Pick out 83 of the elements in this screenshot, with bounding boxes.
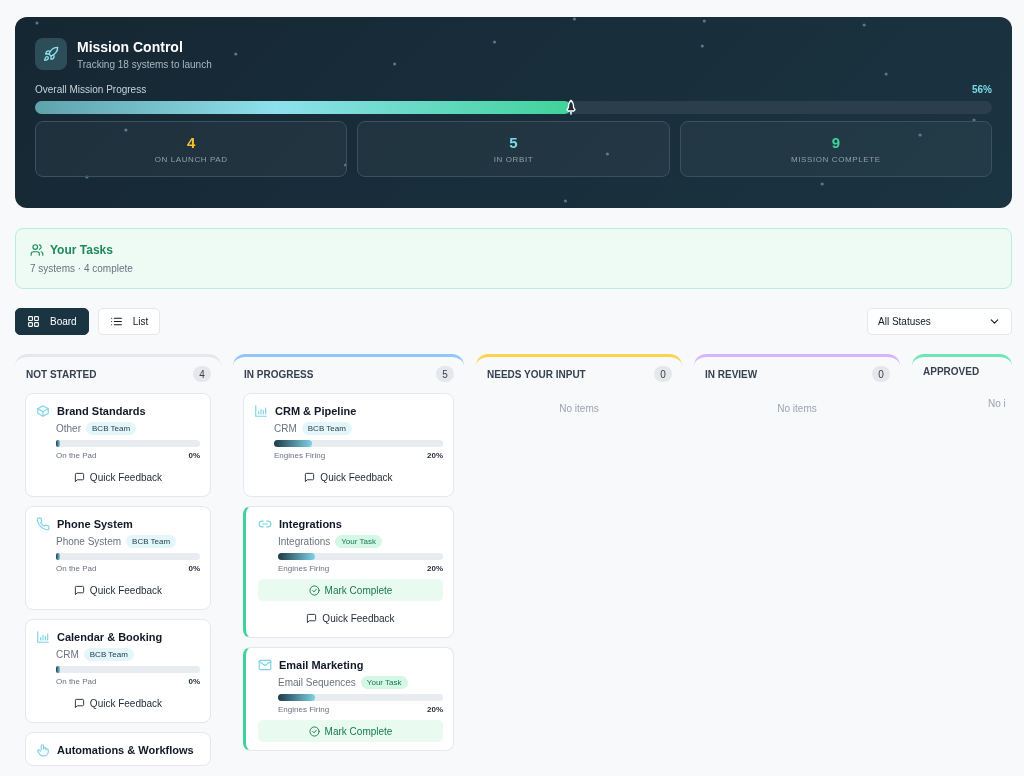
empty-message: No i [987,398,1007,409]
stage-label: Engines Firing [278,705,330,714]
column-title: NEEDS YOUR INPUT [487,368,586,380]
progress-percent: 0% [188,564,200,573]
link-icon [258,517,272,531]
empty-message: No items [558,403,600,414]
speech-bubble-icon [73,584,85,596]
people-icon [30,243,44,257]
view-toggle-button[interactable]: List [97,308,161,335]
progress-percent: 0% [188,677,200,686]
column-title: IN REVIEW [705,368,758,380]
quick-feedback-button[interactable]: Quick Feedback [36,466,200,488]
stat-value: 4 [187,134,196,151]
cube-icon [36,404,50,418]
speech-bubble-icon [304,471,316,483]
count-badge: 5 [436,366,454,382]
tag: BCB Team [301,422,352,435]
progress-percent: 20% [427,564,443,573]
list-icon [109,315,123,328]
section-title: Your Tasks [50,243,113,257]
progress-percent: 20% [427,705,443,714]
bar-chart-icon [254,404,268,418]
bar-chart-icon [36,630,50,644]
speech-bubble-icon [73,697,85,709]
hand-icon [36,743,50,757]
tag: BCB Team [83,648,134,661]
mark-complete-button[interactable]: Mark Complete [258,579,443,601]
category-label: Email Sequences [278,677,356,688]
status-dropdown[interactable]: All Statuses [867,308,1012,335]
phone-icon [36,517,50,531]
stage-label: Engines Firing [278,564,330,573]
stage-label: On the Pad [56,451,97,460]
grid-icon [27,315,40,328]
category-label: Phone System [56,536,122,547]
quick-feedback-button[interactable]: Quick Feedback [254,466,443,488]
column-title: IN PROGRESS [244,368,314,380]
count-badge: 4 [193,366,211,382]
progress-label: Overall Mission Progress [35,84,147,95]
tag: Your Task [360,676,408,689]
mail-icon [258,658,272,672]
tag: Your Task [335,535,382,548]
card-title: Phone System [57,518,133,530]
section-summary: 7 systems · 4 complete [30,263,134,274]
stage-label: On the Pad [56,677,97,686]
count-badge: 0 [872,366,890,382]
stat-label: ON LAUNCH PAD [154,155,228,164]
progress-percent: 20% [427,451,443,460]
view-toggle-button[interactable]: Board [15,308,89,335]
category-label: CRM [56,649,79,660]
column-title: APPROVED [923,366,980,377]
stage-label: On the Pad [56,564,97,573]
speech-bubble-icon [73,471,85,483]
app-title: Mission Control [77,38,184,55]
progress-percent: 0% [188,451,200,460]
stat-value: 5 [509,134,518,151]
stat-label: MISSION COMPLETE [791,155,881,164]
check-circle-icon [308,725,320,737]
empty-message: No items [776,403,818,414]
rocket-icon [43,46,59,62]
mark-complete-button[interactable]: Mark Complete [258,720,443,742]
app-subtitle: Tracking 18 systems to launch [77,58,212,70]
card-title: Automations & Workflows [57,744,194,756]
tag: BCB Team [126,535,177,548]
stat-label: IN ORBIT [493,155,534,164]
tag: BCB Team [86,422,137,435]
quick-feedback-button[interactable]: Quick Feedback [258,607,443,629]
card-title: Email Marketing [279,659,364,671]
category-label: CRM [274,423,297,434]
category-label: Integrations [278,536,331,547]
category-label: Other [56,423,81,434]
count-badge: 0 [654,366,672,382]
check-circle-icon [308,584,320,596]
stat-value: 9 [831,134,840,151]
speech-bubble-icon [306,612,318,624]
card-title: Brand Standards [57,405,146,417]
stage-label: Engines Firing [274,451,326,460]
card-title: Integrations [279,518,342,530]
quick-feedback-button[interactable]: Quick Feedback [36,579,200,601]
quick-feedback-button[interactable]: Quick Feedback [36,692,200,714]
column-title: NOT STARTED [26,368,97,380]
progress-percent: 56% [972,84,992,95]
card-title: Calendar & Booking [57,631,163,643]
card-title: CRM & Pipeline [275,405,357,417]
